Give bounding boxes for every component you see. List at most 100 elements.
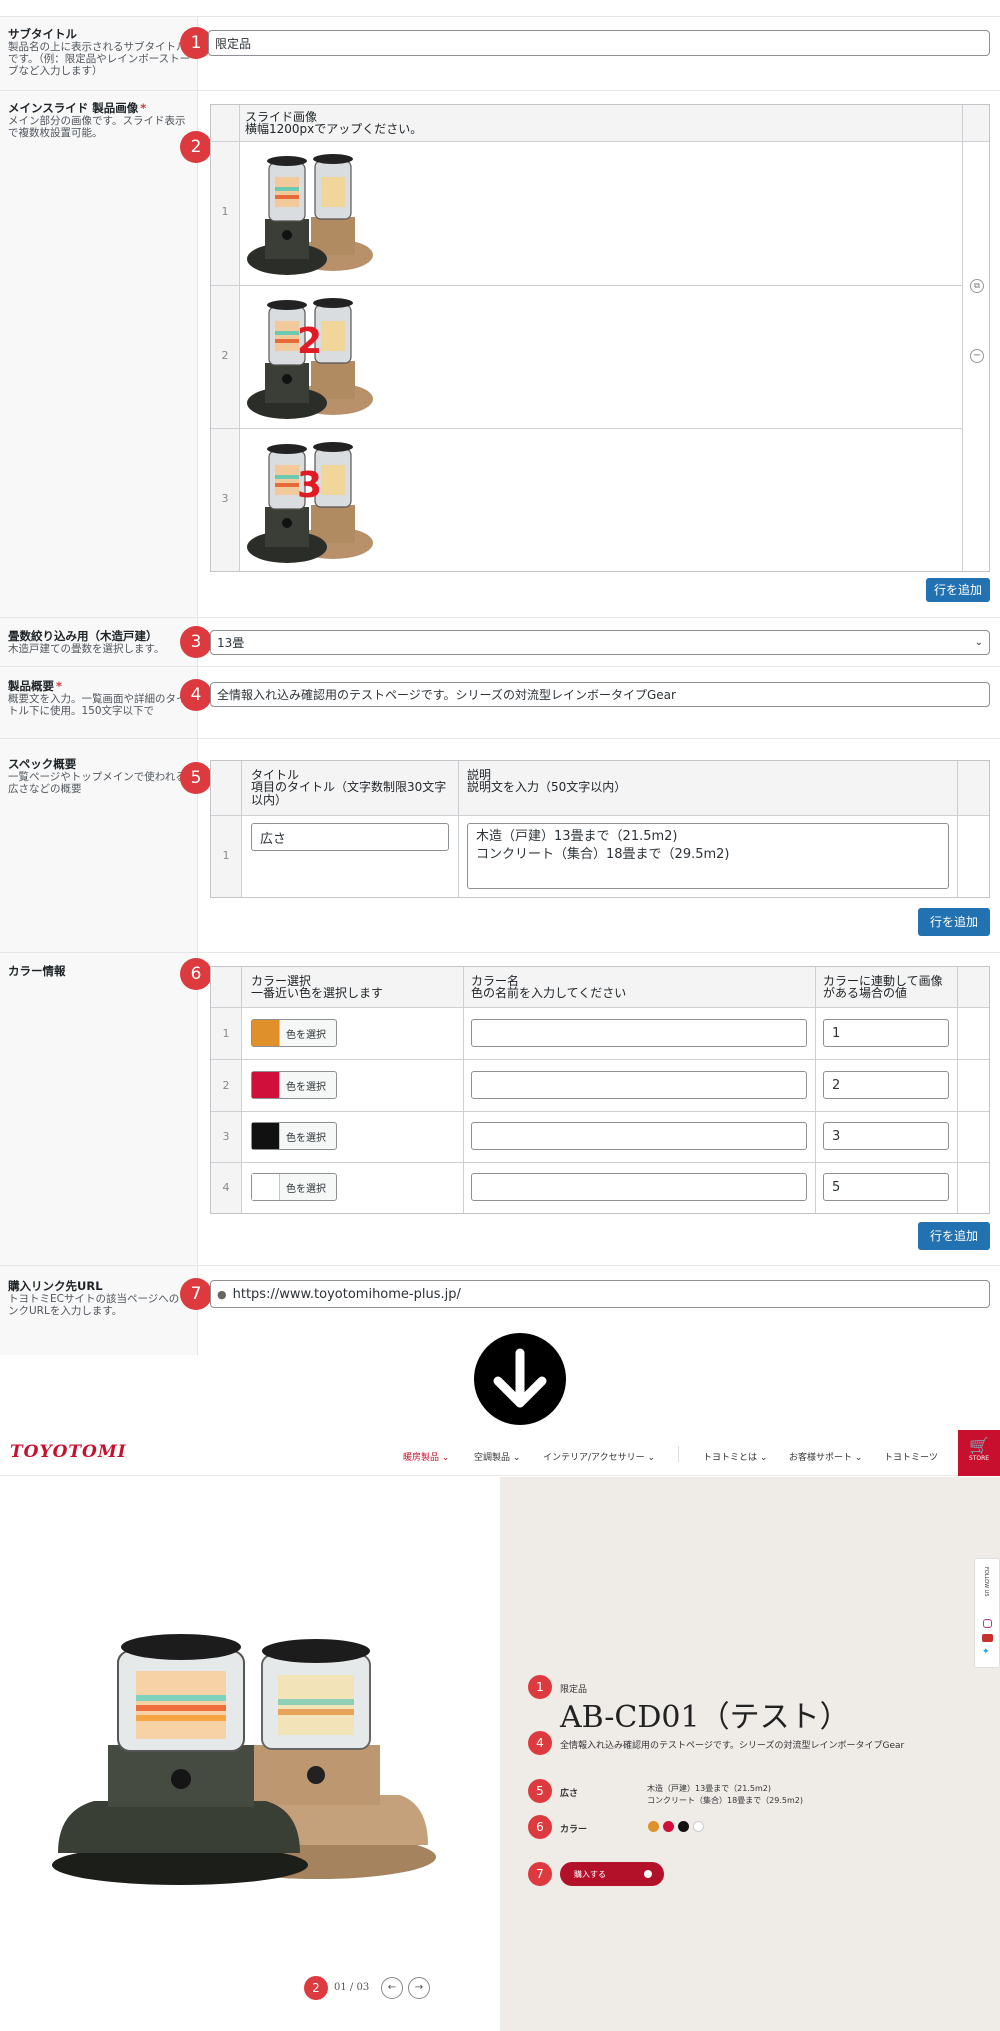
remove-row-icon[interactable]: − [970, 349, 984, 363]
row-number: 2 [221, 349, 229, 362]
chevron-down-icon: ⌄ [974, 637, 983, 648]
divider [239, 105, 240, 571]
nav-item[interactable]: トヨトミとは ⌄ [703, 1450, 767, 1463]
column-header-desc: がある場合の値 [823, 986, 908, 1000]
field-title: 畳数絞り込み用（木造戸建） [8, 629, 158, 643]
spec-field-label: スペック概要 一覧ページやトップメインで使われる広さなどの概要 [8, 758, 194, 796]
field-description: トヨトミECサイトの該当ページへのリンクURLを入力します。 [8, 1293, 190, 1317]
purchase-url-value: https://www.toyotomihome-plus.jp/ [232, 1286, 461, 1302]
column-header-desc: 一番近い色を選択します [251, 986, 384, 1000]
overview-input[interactable]: 全情報入れ込み確認用のテストページです。シリーズの対流型レインボータイプGear [210, 682, 990, 707]
slide-image[interactable]: 2 [245, 291, 377, 421]
overview-field-label: 製品概要 * 概要文を入力。一覧画面や詳細のタイトル下に使用。150文字以下で [8, 679, 194, 718]
color-picker-button[interactable]: 色を選択 [251, 1173, 337, 1201]
color-picker-button[interactable]: 色を選択 [251, 1122, 337, 1150]
add-row-button[interactable]: 行を追加 [918, 1222, 990, 1250]
spec-repeater-table: タイトル 項目のタイトル（文字数制限30文字以内） 説明 説明文を入力（50文字… [210, 760, 990, 898]
field-description: 概要文を入力。一覧画面や詳細のタイトル下に使用。150文字以下で [8, 693, 187, 717]
spec-values: 木造（戸建）13畳まで（21.5m2) コンクリート（集合）18畳まで（29.5… [647, 1783, 803, 1807]
color-name-input[interactable] [471, 1173, 807, 1201]
add-row-button[interactable]: 行を追加 [918, 908, 990, 936]
field-description: 製品名の上に表示されるサブタイトルです。（例：限定品やレインボーストーブなど入力… [8, 41, 191, 77]
divider [211, 1059, 989, 1060]
color-dot[interactable] [648, 1821, 659, 1832]
row-number: 1 [222, 1027, 230, 1040]
add-row-button[interactable]: 行を追加 [926, 578, 990, 602]
overview-value: 全情報入れ込み確認用のテストページです。シリーズの対流型レインボータイプGear [217, 688, 676, 702]
color-image-value-input[interactable]: 3 [823, 1122, 949, 1150]
subtitle-field-label: サブタイトル 製品名の上に表示されるサブタイトルです。（例：限定品やレインボース… [8, 28, 194, 78]
color-name-input[interactable] [471, 1122, 807, 1150]
divider [211, 428, 962, 429]
color-swatch [252, 1072, 280, 1098]
spec-description-line: コンクリート（集合）18畳まで（29.5m2) [476, 847, 730, 862]
field-title-text: メインスライド 製品画像 [8, 101, 139, 115]
color-dot[interactable] [663, 1821, 674, 1832]
nav-item[interactable]: 空調製品 ⌄ [474, 1450, 520, 1463]
annotation-badge: 2 [180, 131, 212, 163]
color-dot[interactable] [693, 1821, 704, 1832]
nav-item[interactable]: インテリア/アクセサリー ⌄ [543, 1450, 655, 1463]
spec-title-input[interactable]: 広さ [251, 823, 449, 851]
color-swatch [252, 1174, 280, 1200]
color-picker-button[interactable]: 色を選択 [251, 1071, 337, 1099]
nav-item-label: トヨトミとは [703, 1453, 758, 1463]
nav-divider [678, 1446, 679, 1462]
tatami-field-label: 畳数絞り込み用（木造戸建） 木造戸建ての畳数を選択します。 [8, 629, 194, 656]
spec-description-textarea[interactable]: 木造（戸建）13畳まで（21.5m2) コンクリート（集合）18畳まで（29.5… [467, 823, 949, 889]
subtitle-input[interactable]: 限定品 [208, 30, 990, 56]
store-button[interactable]: 🛒 STORE [958, 1430, 1000, 1476]
divider [211, 1007, 989, 1008]
spec-description-line: 木造（戸建）13畳まで（21.5m2) [476, 829, 678, 844]
tatami-select[interactable]: 13畳 ⌄ [210, 630, 990, 655]
color-field-label: カラー情報 [8, 965, 194, 978]
required-mark: * [140, 101, 147, 115]
product-info-panel [500, 1477, 1000, 2031]
slide-repeater-table: スライド画像 横幅1200pxでアップください。 1 2 3 2 3 ⧉ − [210, 104, 990, 572]
color-dot[interactable] [678, 1821, 689, 1832]
divider [241, 967, 242, 1213]
annotation-badge: 3 [180, 626, 212, 658]
divider [211, 1111, 989, 1112]
instagram-icon[interactable] [983, 1619, 992, 1628]
brand-logo[interactable]: TOYOTOMI [10, 1442, 127, 1462]
prev-slide-button[interactable]: ← [381, 1977, 403, 1999]
buy-button-dot [644, 1870, 652, 1878]
product-overview: 全情報入れ込み確認用のテストページです。シリーズの対流型レインボータイプGear [560, 1741, 905, 1751]
annotation-badge: 4 [528, 1731, 552, 1755]
label-column [0, 953, 198, 1265]
color-repeater-table: カラー選択 一番近い色を選択します カラー名 色の名前を入力してください カラー… [210, 966, 990, 1214]
twitter-icon[interactable]: ✦ [982, 1647, 990, 1657]
color-image-value-input[interactable]: 1 [823, 1019, 949, 1047]
youtube-icon[interactable] [982, 1634, 993, 1642]
color-picker-label: 色を選択 [286, 1183, 326, 1195]
slide-image[interactable] [245, 147, 377, 277]
color-image-value-input[interactable]: 2 [823, 1071, 949, 1099]
purchase-url-input[interactable]: ● https://www.toyotomihome-plus.jp/ [210, 1280, 990, 1308]
field-title: メインスライド 製品画像 * [8, 102, 194, 115]
color-image-value: 5 [832, 1179, 841, 1195]
field-description: 一覧ページやトップメインで使われる広さなどの概要 [8, 771, 186, 795]
nav-item[interactable]: お客様サポート ⌄ [789, 1450, 862, 1463]
color-name-input[interactable] [471, 1071, 807, 1099]
annotation-badge: 6 [528, 1815, 552, 1839]
color-image-value-input[interactable]: 5 [823, 1173, 949, 1201]
nav-item[interactable]: トヨトミーツ [884, 1450, 938, 1463]
social-sidebar: FOLLOW US ✦ [974, 1558, 1000, 1668]
column-header-desc: 横幅1200pxでアップください。 [245, 122, 423, 136]
buy-button[interactable]: 購入する [560, 1862, 664, 1886]
divider [458, 761, 459, 897]
slide-overlay-number: 3 [297, 465, 323, 506]
required-mark: * [56, 679, 63, 693]
tatami-selected-value: 13畳 [217, 636, 245, 650]
slide-image[interactable]: 3 [245, 435, 377, 565]
annotation-badge: 2 [304, 1976, 328, 2000]
color-name-input[interactable] [471, 1019, 807, 1047]
next-slide-button[interactable]: → [408, 1977, 430, 1999]
label-column [0, 91, 198, 617]
divider [241, 761, 242, 897]
duplicate-row-icon[interactable]: ⧉ [970, 279, 984, 293]
color-picker-button[interactable]: 色を選択 [251, 1019, 337, 1047]
divider [0, 1265, 1000, 1266]
nav-item[interactable]: 暖房製品 ⌄ [403, 1450, 449, 1463]
